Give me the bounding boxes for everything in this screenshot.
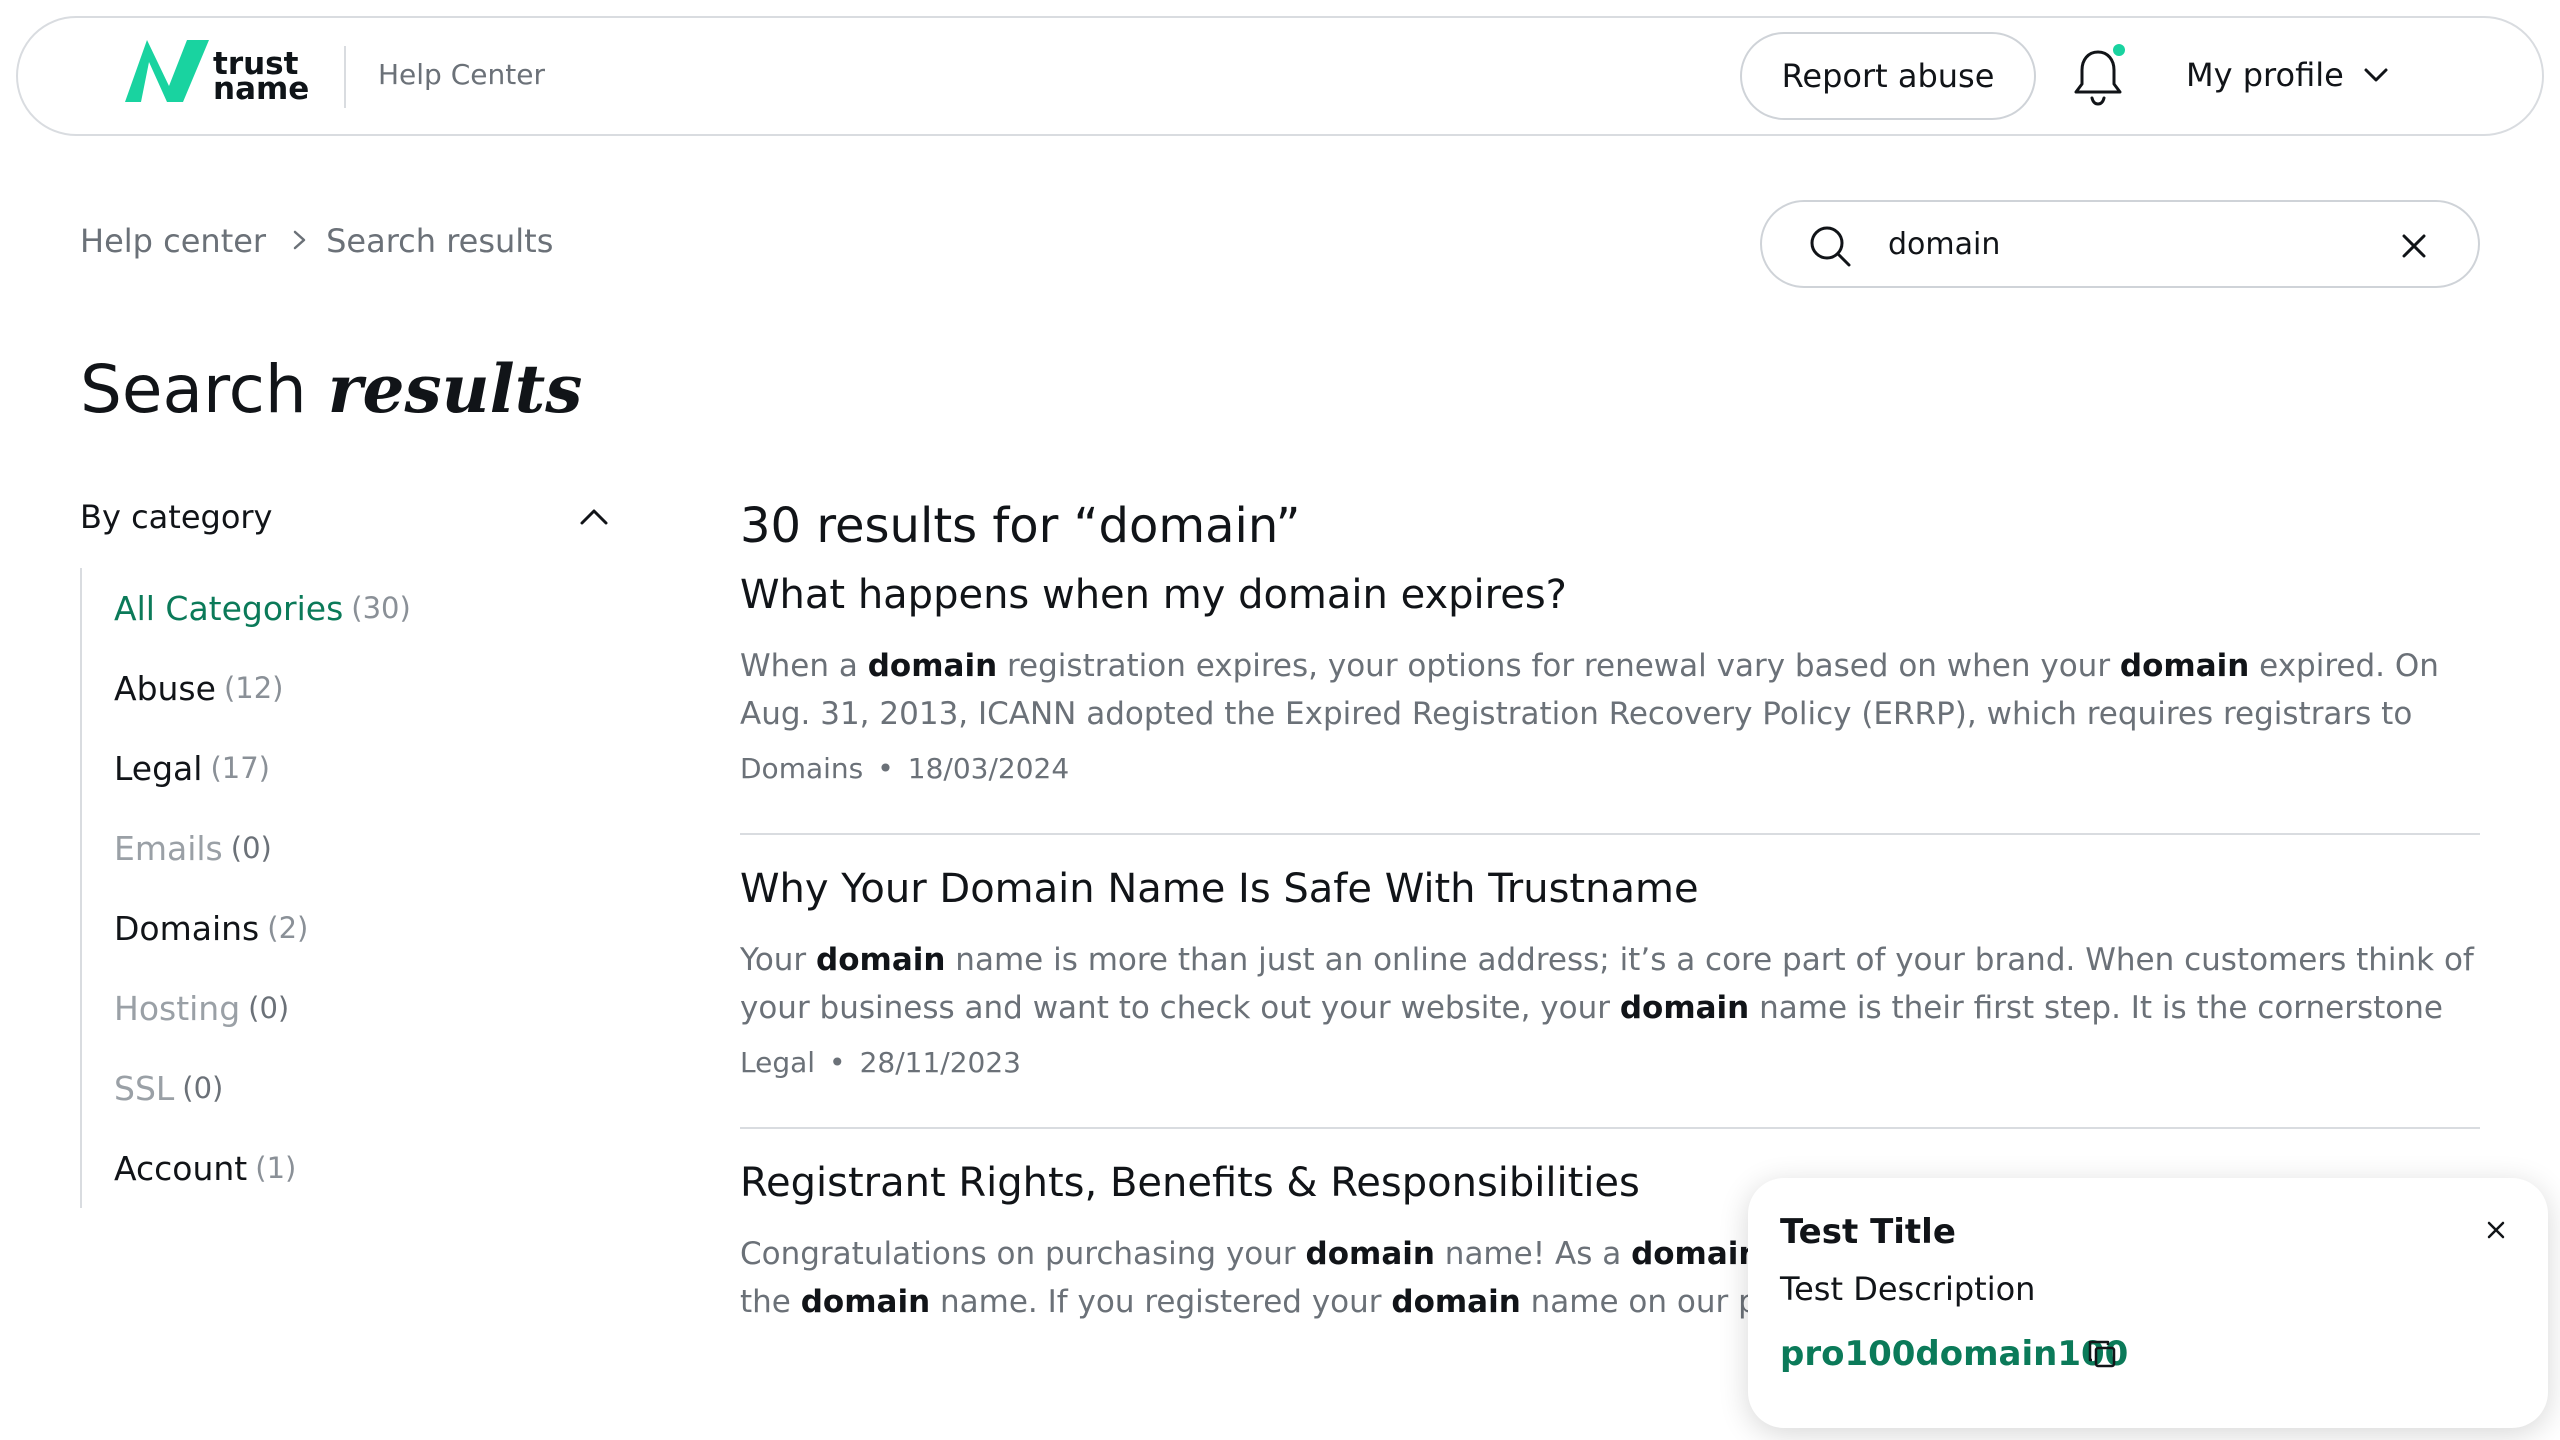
breadcrumb-help-center[interactable]: Help center (80, 222, 266, 260)
page-title-plain: Search (80, 351, 328, 428)
snippet-text: Your (740, 942, 817, 978)
category-count: (12) (223, 671, 284, 705)
top-header: trust name Help Center Report abuse My p… (16, 16, 2544, 136)
snippet-highlight: domain (1631, 1236, 1761, 1272)
result-snippet: When a domain registration expires, your… (740, 642, 2480, 738)
snippet-highlight: domain (867, 648, 998, 684)
trustname-logo[interactable]: trust name (121, 36, 331, 118)
promo-toast: Test Title Test Description pro100domain… (1748, 1178, 2548, 1428)
result-title[interactable]: What happens when my domain expires? (740, 572, 2480, 618)
category-name: SSL (114, 1068, 175, 1108)
snippet-text: registration expires, your options for r… (997, 648, 2120, 684)
help-center-label[interactable]: Help Center (378, 58, 545, 91)
meta-separator: • (877, 752, 894, 785)
snippet-text: name! As a (1434, 1236, 1632, 1272)
close-toast-icon[interactable] (2478, 1212, 2514, 1248)
result-date: 18/03/2024 (907, 752, 1070, 785)
header-divider (344, 46, 346, 108)
result-snippet: Your domain name is more than just an on… (740, 936, 2480, 1032)
result-date: 28/11/2023 (859, 1046, 1021, 1079)
chevron-up-icon (580, 509, 608, 525)
category-count: (0) (230, 831, 272, 865)
page-title-emphasis: results (327, 350, 583, 428)
toast-description: Test Description (1780, 1270, 2036, 1308)
snippet-highlight: domain (1305, 1236, 1435, 1272)
logo-mark-icon (125, 40, 209, 102)
result-category[interactable]: Domains (740, 752, 863, 785)
category-name: Domains (114, 908, 260, 948)
snippet-highlight: domain (816, 942, 946, 978)
result-divider (740, 1127, 2480, 1129)
category-count: (1) (255, 1151, 297, 1185)
category-item-ssl[interactable]: SSL (0) (114, 1048, 600, 1128)
breadcrumb-search-results: Search results (326, 222, 554, 260)
category-name: All Categories (114, 588, 344, 628)
category-item-emails[interactable]: Emails (0) (114, 808, 600, 888)
breadcrumb: Help center Search results (80, 222, 553, 260)
category-filter-toggle[interactable]: By category (80, 492, 610, 542)
report-abuse-button[interactable]: Report abuse (1740, 32, 2036, 120)
my-profile-menu[interactable]: My profile (2186, 56, 2390, 94)
snippet-text: When a (740, 648, 868, 684)
category-item-abuse[interactable]: Abuse (12) (114, 648, 600, 728)
category-name: Account (114, 1148, 248, 1188)
meta-separator: • (829, 1046, 846, 1079)
my-profile-label: My profile (2186, 56, 2344, 94)
category-item-domains[interactable]: Domains (2) (114, 888, 600, 968)
category-count: (0) (248, 991, 290, 1025)
result-category[interactable]: Legal (740, 1046, 815, 1079)
category-filter-heading: By category (80, 498, 273, 536)
search-box (1760, 200, 2480, 288)
snippet-highlight: domain (2119, 648, 2250, 684)
search-icon[interactable] (1806, 222, 1854, 270)
category-item-hosting[interactable]: Hosting (0) (114, 968, 600, 1048)
category-count: (0) (182, 1071, 224, 1105)
notification-dot (2113, 44, 2125, 56)
search-result: What happens when my domain expires? When… (740, 572, 2480, 835)
copy-icon[interactable] (2084, 1336, 2120, 1372)
snippet-text: Congratulations on purchasing your (740, 1236, 1306, 1272)
toast-title: Test Title (1780, 1212, 1956, 1252)
search-result: Why Your Domain Name Is Safe With Trustn… (740, 866, 2480, 1129)
result-meta: Domains • 18/03/2024 (740, 752, 2480, 785)
chevron-right-icon (292, 222, 308, 260)
category-item-legal[interactable]: Legal (17) (114, 728, 600, 808)
category-item-all-categories[interactable]: All Categories (30) (114, 568, 600, 648)
logo-text-name: name (213, 71, 310, 107)
result-divider (740, 833, 2480, 835)
clear-search-icon[interactable] (2394, 226, 2434, 266)
result-meta: Legal • 28/11/2023 (740, 1046, 2480, 1079)
snippet-highlight: domain (1391, 1284, 1521, 1320)
category-name: Legal (114, 748, 203, 788)
results-count-heading: 30 results for “domain” (740, 498, 1301, 554)
category-name: Hosting (114, 988, 241, 1028)
category-item-account[interactable]: Account (1) (114, 1128, 600, 1208)
chevron-down-icon (2364, 68, 2388, 82)
page-title: Search results (80, 350, 582, 428)
category-name: Abuse (114, 668, 216, 708)
category-count: (30) (351, 591, 411, 625)
snippet-text: name. If you registered your (930, 1284, 1392, 1320)
search-input[interactable] (1886, 220, 2366, 268)
category-list: All Categories (30) Abuse (12) Legal (17) Emai… (80, 568, 600, 1208)
category-count: (2) (267, 911, 309, 945)
snippet-highlight: domain (800, 1284, 931, 1320)
snippet-highlight: domain (1619, 990, 1750, 1026)
promo-code[interactable]: pro100domain100 (1780, 1334, 2128, 1374)
result-title[interactable]: Why Your Domain Name Is Safe With Trustn… (740, 866, 2480, 912)
category-count: (17) (210, 751, 270, 785)
category-name: Emails (114, 828, 223, 868)
